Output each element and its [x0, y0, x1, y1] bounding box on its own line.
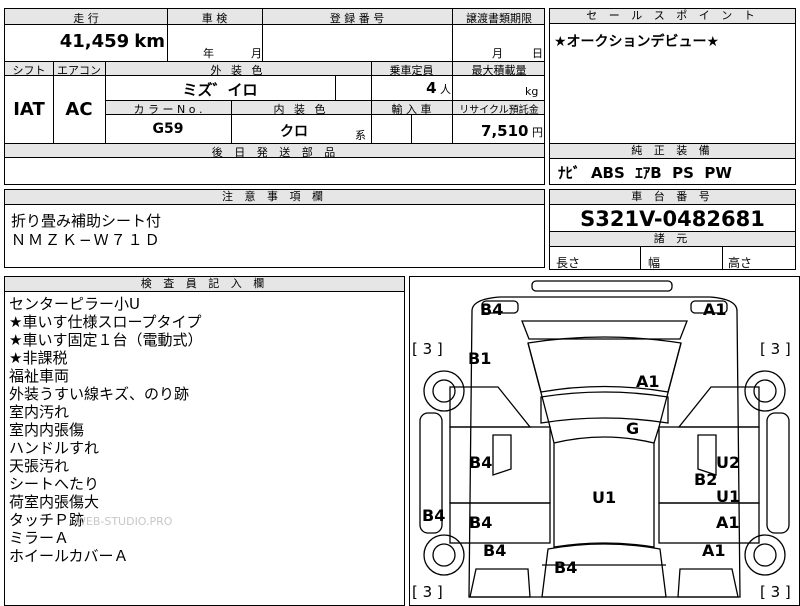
- tire-bracket: [ 3 ]: [412, 340, 443, 358]
- transfer-deadline-label: 譲渡書類期限: [466, 12, 532, 25]
- aircon-value: AC: [65, 99, 93, 120]
- shift-label: シフト: [12, 64, 46, 77]
- damage-mark: A1: [716, 513, 740, 532]
- sales-point-text: ★オークションデビュー★: [554, 34, 720, 50]
- interior-color-label: 内 装 色: [273, 103, 329, 116]
- inspector-line: ★非課税: [9, 349, 68, 367]
- registration-label: 登 録 番 号: [329, 12, 385, 25]
- damage-mark: G: [626, 419, 640, 438]
- damage-mark: B4: [469, 513, 493, 532]
- exterior-color-value: ミズ゛イロ: [182, 81, 258, 99]
- aircon-label: エアコン: [57, 64, 101, 77]
- damage-map: [ 3 ] [ 3 ] [ 3 ] [ 3 ] B4 A1 B1 A1 G B4…: [409, 276, 800, 606]
- inspector-line: 室内内張傷: [9, 421, 85, 439]
- inspector-box: 検 査 員 記 入 欄 センターピラー小U ★車いす仕様スロープタイプ ★車いす…: [4, 276, 405, 606]
- damage-mark: B1: [468, 349, 492, 368]
- inspector-line: シートへたり: [9, 475, 100, 493]
- max-load-unit: kg: [525, 85, 539, 98]
- inspector-line: ミラーＡ: [9, 529, 70, 547]
- recycle-unit: 円: [532, 126, 543, 139]
- factory-equipment-text: ﾅﾋﾞ ABS ｴｱB PS PW: [558, 164, 732, 182]
- inspector-line: ホイールカバーＡ: [9, 547, 129, 565]
- car-diagram: [419, 280, 790, 598]
- specs-label: 諸 元: [550, 231, 795, 247]
- factory-equipment-label: 純 正 装 備: [550, 143, 795, 159]
- inspector-line: ★車いす固定１台（電動式）: [9, 331, 203, 349]
- damage-mark: B4: [483, 541, 507, 560]
- color-no-label: カ ラ ー N o .: [133, 103, 203, 116]
- sales-point-box: セ ー ル ス ポ イ ン ト ★オークションデビュー★ 純 正 装 備 ﾅﾋﾞ…: [549, 8, 796, 185]
- chassis-label: 車 台 番 号: [550, 190, 795, 205]
- max-load-label: 最大積載量: [471, 64, 527, 77]
- interior-color-value: クロ: [280, 124, 308, 140]
- interior-color-suffix: 系: [355, 129, 366, 142]
- spec-height: 高さ: [728, 256, 753, 270]
- inspection-year-unit: 年: [203, 47, 214, 60]
- damage-mark: B2: [694, 470, 718, 489]
- notes-label: 注 意 事 項 欄: [5, 190, 544, 205]
- inspector-line: センターピラー小U: [9, 295, 140, 313]
- spec-length: 長さ: [556, 256, 581, 270]
- vehicle-info-table: 走 行 車 検 登 録 番 号 譲渡書類期限 41,459 km 年 月 月 日…: [4, 8, 545, 185]
- recycle-label: リサイクル預託金: [459, 105, 539, 116]
- sales-point-label: セ ー ル ス ポ イ ン ト: [550, 9, 795, 24]
- seating-value: 4: [426, 79, 437, 97]
- notes-line-1: 折り畳み補助シート付: [11, 212, 162, 230]
- inspection-label: 車 検: [201, 12, 228, 25]
- tire-bracket: [ 3 ]: [760, 583, 791, 601]
- seating-label: 乗車定員: [389, 64, 434, 77]
- notes-line-2: ＮＭＺＫ−Ｗ７１Ｄ: [11, 231, 162, 249]
- color-no-value: G59: [152, 121, 184, 137]
- recycle-value: 7,510: [481, 122, 529, 140]
- later-parts-label: 後 日 発 送 部 品: [211, 146, 340, 159]
- damage-mark: B4: [469, 453, 493, 472]
- watermark: WEB-STUDIO.PRO: [75, 515, 173, 528]
- damage-mark: U1: [592, 488, 617, 507]
- damage-mark: U2: [716, 453, 741, 472]
- transfer-month-unit: 月: [492, 47, 503, 60]
- inspection-month-unit: 月: [251, 47, 262, 60]
- seating-unit: 人: [440, 83, 451, 96]
- inspector-line: 荷室内張傷大: [9, 493, 100, 511]
- chassis-box: 車 台 番 号 S321V-0482681 諸 元 長さ 幅 高さ: [549, 189, 796, 270]
- inspector-line: 福祉車両: [9, 367, 70, 385]
- damage-mark: U1: [716, 487, 741, 506]
- chassis-value: S321V-0482681: [580, 207, 765, 231]
- tire-bracket: [ 3 ]: [760, 340, 791, 358]
- inspector-line: ★車いす仕様スロープタイプ: [9, 313, 202, 331]
- damage-mark: A1: [702, 541, 726, 560]
- spec-width: 幅: [648, 256, 661, 270]
- mileage-label: 走 行: [73, 12, 99, 25]
- damage-mark: A1: [636, 372, 660, 391]
- inspector-line: ハンドルすれ: [9, 439, 100, 457]
- inspector-label: 検 査 員 記 入 欄: [5, 277, 404, 292]
- inspector-line: 天張汚れ: [9, 457, 70, 475]
- damage-mark: B4: [480, 300, 504, 319]
- damage-mark: B4: [554, 558, 578, 577]
- notes-box: 注 意 事 項 欄 折り畳み補助シート付 ＮＭＺＫ−Ｗ７１Ｄ: [4, 189, 545, 268]
- shift-value: IAT: [13, 99, 45, 120]
- inspector-line: 外装うすい線キズ、のり跡: [9, 385, 190, 403]
- transfer-day-unit: 日: [532, 47, 543, 60]
- inspector-line: 室内汚れ: [9, 403, 70, 421]
- damage-mark: A1: [703, 300, 727, 319]
- damage-mark: B4: [422, 506, 446, 525]
- tire-bracket: [ 3 ]: [412, 583, 443, 601]
- mileage-value: 41,459: [59, 31, 130, 52]
- exterior-color-label: 外 装 色: [210, 64, 266, 77]
- mileage-unit: km: [134, 31, 165, 52]
